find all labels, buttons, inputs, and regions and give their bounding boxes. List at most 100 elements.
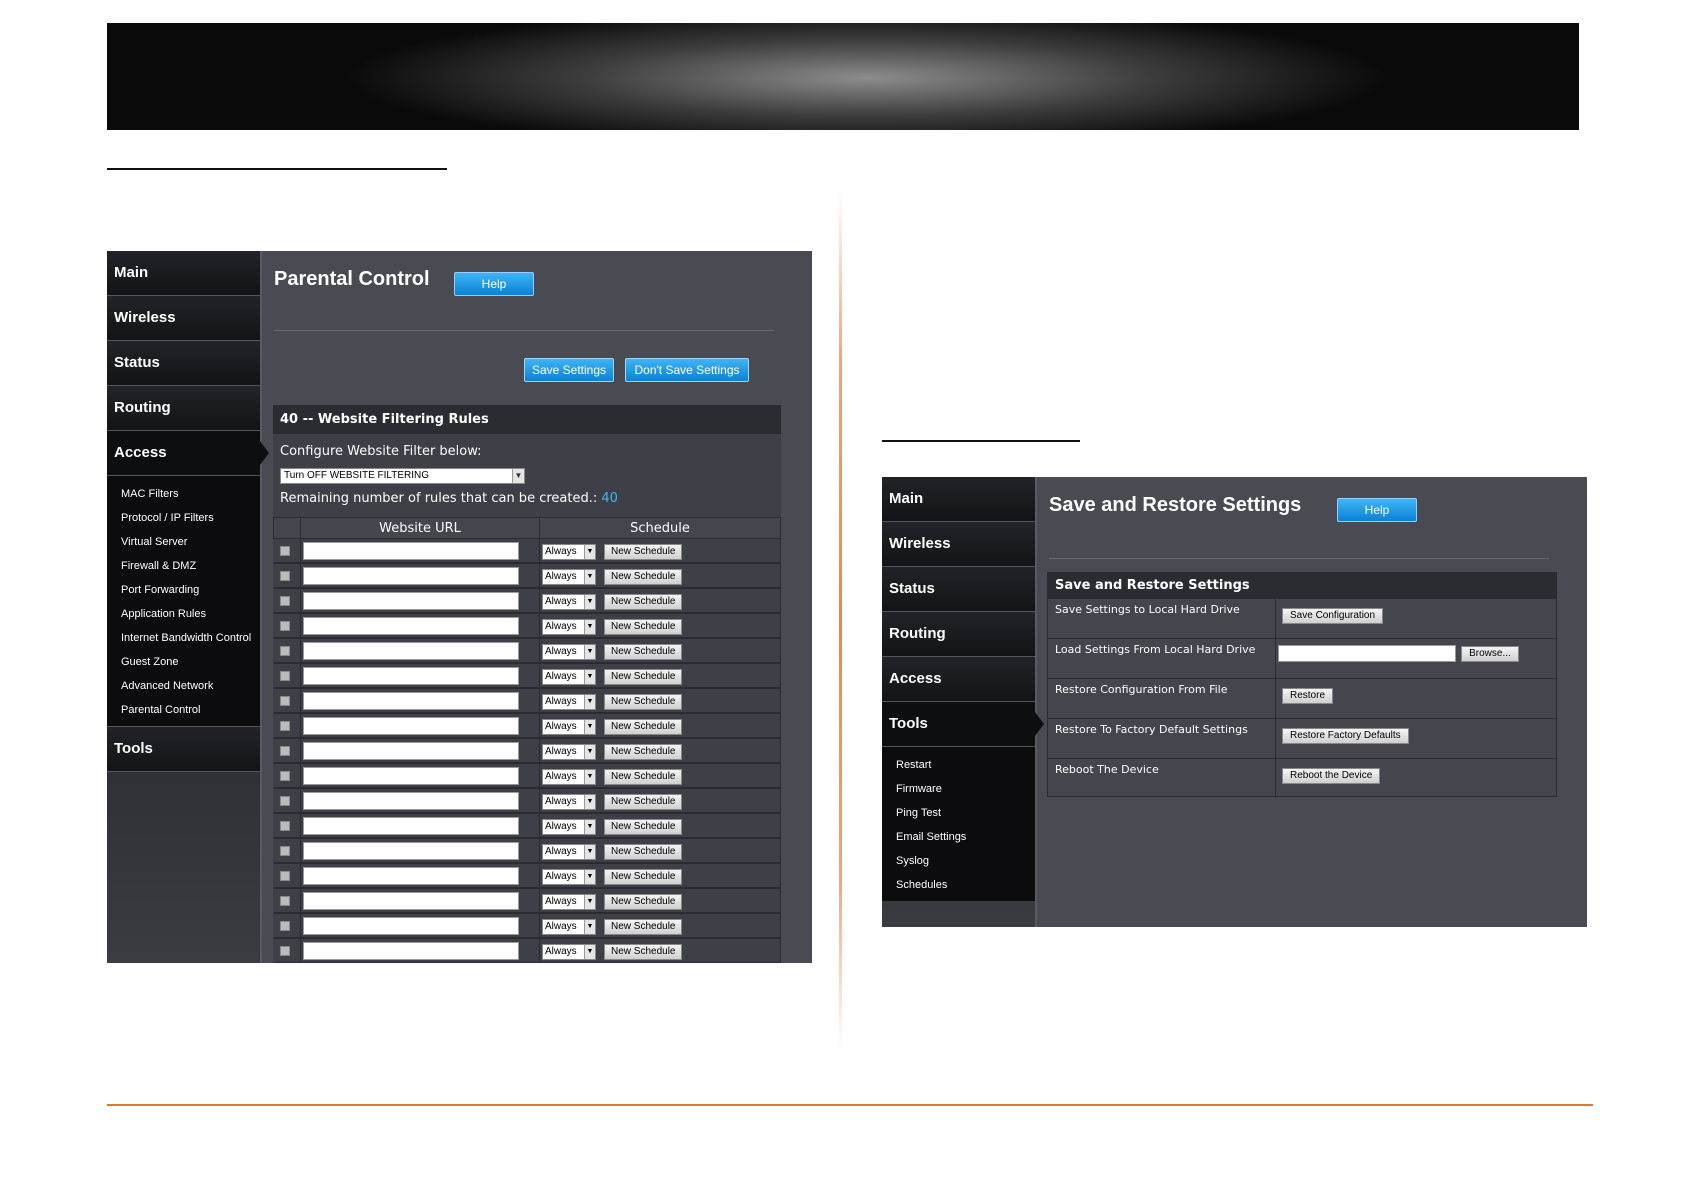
nav-status[interactable]: Status bbox=[882, 567, 1035, 612]
website-url-input[interactable] bbox=[303, 616, 519, 635]
website-url-input[interactable] bbox=[303, 741, 519, 760]
save-configuration-button[interactable]: Save Configuration bbox=[1282, 608, 1384, 624]
rule-checkbox[interactable] bbox=[279, 896, 290, 906]
rule-checkbox[interactable] bbox=[279, 646, 290, 656]
new-schedule-button[interactable]: New Schedule bbox=[604, 693, 683, 710]
website-url-input[interactable] bbox=[303, 666, 519, 685]
schedule-select[interactable]: Always ▼ bbox=[542, 743, 596, 760]
sub-schedules[interactable]: Schedules bbox=[882, 873, 1035, 897]
new-schedule-button[interactable]: New Schedule bbox=[604, 918, 683, 935]
new-schedule-button[interactable]: New Schedule bbox=[604, 868, 683, 885]
nav-tools[interactable]: Tools bbox=[882, 702, 1044, 747]
new-schedule-button[interactable]: New Schedule bbox=[604, 893, 683, 910]
rule-checkbox[interactable] bbox=[279, 571, 290, 581]
rule-checkbox[interactable] bbox=[279, 846, 290, 856]
new-schedule-button[interactable]: New Schedule bbox=[604, 793, 683, 810]
nav-access[interactable]: Access bbox=[882, 657, 1035, 702]
rule-checkbox[interactable] bbox=[279, 621, 290, 631]
website-url-input[interactable] bbox=[303, 691, 519, 710]
schedule-select[interactable]: Always ▼ bbox=[542, 593, 596, 610]
new-schedule-button[interactable]: New Schedule bbox=[604, 943, 683, 960]
schedule-select[interactable]: Always ▼ bbox=[542, 893, 596, 910]
new-schedule-button[interactable]: New Schedule bbox=[604, 593, 683, 610]
rule-checkbox[interactable] bbox=[279, 871, 290, 881]
rule-checkbox[interactable] bbox=[279, 746, 290, 756]
rule-checkbox[interactable] bbox=[279, 546, 290, 556]
website-url-input[interactable] bbox=[303, 941, 519, 960]
new-schedule-button[interactable]: New Schedule bbox=[604, 543, 683, 560]
filter-mode-select[interactable]: Turn OFF WEBSITE FILTERING ▼ bbox=[280, 468, 525, 484]
rule-checkbox[interactable] bbox=[279, 596, 290, 606]
sub-parental-control[interactable]: Parental Control bbox=[107, 698, 260, 722]
new-schedule-button[interactable]: New Schedule bbox=[604, 743, 683, 760]
nav-main[interactable]: Main bbox=[882, 477, 1035, 522]
new-schedule-button[interactable]: New Schedule bbox=[604, 718, 683, 735]
website-url-input[interactable] bbox=[303, 791, 519, 810]
sub-syslog[interactable]: Syslog bbox=[882, 849, 1035, 873]
sub-restart[interactable]: Restart bbox=[882, 753, 1035, 777]
help-button[interactable]: Help bbox=[454, 272, 534, 296]
nav-access[interactable]: Access bbox=[107, 431, 269, 476]
website-url-input[interactable] bbox=[303, 591, 519, 610]
website-url-input[interactable] bbox=[303, 841, 519, 860]
nav-wireless[interactable]: Wireless bbox=[107, 296, 260, 341]
nav-tools[interactable]: Tools bbox=[107, 727, 260, 772]
new-schedule-button[interactable]: New Schedule bbox=[604, 618, 683, 635]
nav-wireless[interactable]: Wireless bbox=[882, 522, 1035, 567]
sub-virtual-server[interactable]: Virtual Server bbox=[107, 530, 260, 554]
new-schedule-button[interactable]: New Schedule bbox=[604, 668, 683, 685]
schedule-select[interactable]: Always ▼ bbox=[542, 568, 596, 585]
file-path-input[interactable] bbox=[1278, 645, 1456, 662]
schedule-select[interactable]: Always ▼ bbox=[542, 643, 596, 660]
nav-main[interactable]: Main bbox=[107, 251, 260, 296]
restore-factory-defaults-button[interactable]: Restore Factory Defaults bbox=[1282, 728, 1409, 744]
sub-protocol-ip-filters[interactable]: Protocol / IP Filters bbox=[107, 506, 260, 530]
help-button[interactable]: Help bbox=[1337, 498, 1417, 522]
sub-advanced-network[interactable]: Advanced Network bbox=[107, 674, 260, 698]
website-url-input[interactable] bbox=[303, 566, 519, 585]
rule-checkbox[interactable] bbox=[279, 721, 290, 731]
schedule-select[interactable]: Always ▼ bbox=[542, 818, 596, 835]
rule-checkbox[interactable] bbox=[279, 821, 290, 831]
restore-button[interactable]: Restore bbox=[1282, 688, 1334, 704]
schedule-select[interactable]: Always ▼ bbox=[542, 618, 596, 635]
nav-status[interactable]: Status bbox=[107, 341, 260, 386]
website-url-input[interactable] bbox=[303, 816, 519, 835]
schedule-select[interactable]: Always ▼ bbox=[542, 693, 596, 710]
website-url-input[interactable] bbox=[303, 916, 519, 935]
rule-checkbox[interactable] bbox=[279, 796, 290, 806]
sub-firmware[interactable]: Firmware bbox=[882, 777, 1035, 801]
new-schedule-button[interactable]: New Schedule bbox=[604, 768, 683, 785]
schedule-select[interactable]: Always ▼ bbox=[542, 668, 596, 685]
website-url-input[interactable] bbox=[303, 766, 519, 785]
sub-email-settings[interactable]: Email Settings bbox=[882, 825, 1035, 849]
rule-checkbox[interactable] bbox=[279, 946, 290, 956]
sub-firewall-dmz[interactable]: Firewall & DMZ bbox=[107, 554, 260, 578]
nav-routing[interactable]: Routing bbox=[882, 612, 1035, 657]
schedule-select[interactable]: Always ▼ bbox=[542, 718, 596, 735]
sub-bandwidth-control[interactable]: Internet Bandwidth Control bbox=[107, 626, 260, 650]
sub-ping-test[interactable]: Ping Test bbox=[882, 801, 1035, 825]
sub-application-rules[interactable]: Application Rules bbox=[107, 602, 260, 626]
schedule-select[interactable]: Always ▼ bbox=[542, 843, 596, 860]
website-url-input[interactable] bbox=[303, 641, 519, 660]
browse-button[interactable]: Browse... bbox=[1461, 645, 1519, 662]
rule-checkbox[interactable] bbox=[279, 921, 290, 931]
website-url-input[interactable] bbox=[303, 891, 519, 910]
schedule-select[interactable]: Always ▼ bbox=[542, 943, 596, 960]
schedule-select[interactable]: Always ▼ bbox=[542, 918, 596, 935]
website-url-input[interactable] bbox=[303, 866, 519, 885]
nav-routing[interactable]: Routing bbox=[107, 386, 260, 431]
reboot-device-button[interactable]: Reboot the Device bbox=[1282, 768, 1381, 784]
rule-checkbox[interactable] bbox=[279, 771, 290, 781]
new-schedule-button[interactable]: New Schedule bbox=[604, 643, 683, 660]
schedule-select[interactable]: Always ▼ bbox=[542, 543, 596, 560]
sub-guest-zone[interactable]: Guest Zone bbox=[107, 650, 260, 674]
schedule-select[interactable]: Always ▼ bbox=[542, 768, 596, 785]
sub-port-forwarding[interactable]: Port Forwarding bbox=[107, 578, 260, 602]
website-url-input[interactable] bbox=[303, 716, 519, 735]
rule-checkbox[interactable] bbox=[279, 696, 290, 706]
rule-checkbox[interactable] bbox=[279, 671, 290, 681]
new-schedule-button[interactable]: New Schedule bbox=[604, 568, 683, 585]
schedule-select[interactable]: Always ▼ bbox=[542, 793, 596, 810]
